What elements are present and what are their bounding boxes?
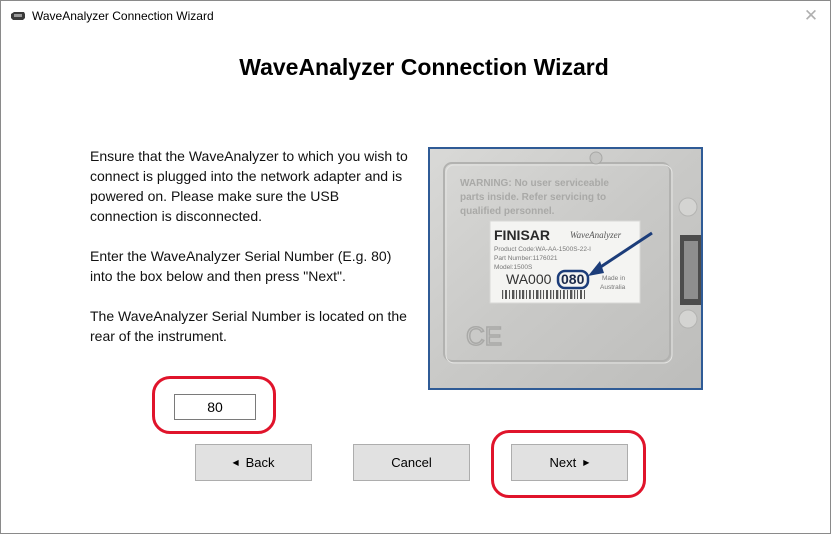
photo-product-name: WaveAnalyzer — [570, 230, 622, 240]
next-button-label: Next — [549, 455, 577, 470]
photo-part-number: Part Number:1176021 — [494, 255, 558, 262]
photo-ce-mark: CE — [466, 321, 502, 351]
title-bar[interactable]: WaveAnalyzer Connection Wizard ✕ — [1, 1, 830, 32]
photo-made-in-2: Australia — [600, 284, 626, 291]
photo-brand: FINISAR — [494, 227, 550, 243]
cancel-button-label: Cancel — [391, 455, 432, 470]
instructions-text: Ensure that the WaveAnalyzer to which yo… — [90, 146, 410, 366]
photo-product-code: Product Code:WA-AA-1500S-22-I — [494, 246, 591, 253]
back-button-label: Back — [245, 455, 275, 470]
photo-serial-prefix: WA000 — [506, 271, 552, 287]
cancel-button[interactable]: Cancel — [353, 444, 470, 481]
window-title: WaveAnalyzer Connection Wizard — [32, 9, 214, 23]
instruction-paragraph-1: Ensure that the WaveAnalyzer to which yo… — [90, 148, 408, 224]
back-button[interactable]: ◀ Back — [195, 444, 312, 481]
photo-made-in-1: Made in — [602, 275, 626, 282]
instruction-paragraph-2: Enter the WaveAnalyzer Serial Number (E.… — [90, 248, 392, 284]
photo-serial-suffix: 080 — [561, 271, 585, 287]
triangle-right-icon: ▶ — [583, 457, 590, 467]
close-icon[interactable]: ✕ — [802, 7, 820, 25]
next-button[interactable]: Next ▶ — [511, 444, 628, 481]
serial-location-photo: WARNING: No user serviceable parts insid… — [428, 147, 703, 390]
photo-warning-line-3: qualified personnel. — [460, 206, 555, 217]
photo-model: Model:1500S — [494, 264, 533, 271]
instrument-icon — [11, 12, 25, 20]
wizard-window: WaveAnalyzer Connection Wizard ✕ WaveAna… — [0, 0, 831, 534]
serial-number-input[interactable] — [174, 394, 256, 420]
triangle-left-icon: ◀ — [232, 457, 239, 467]
instruction-paragraph-3: The WaveAnalyzer Serial Number is locate… — [90, 308, 407, 344]
page-title: WaveAnalyzer Connection Wizard — [239, 54, 609, 80]
photo-warning-line-1: WARNING: No user serviceable — [460, 178, 609, 189]
photo-warning-line-2: parts inside. Refer servicing to — [460, 192, 606, 203]
